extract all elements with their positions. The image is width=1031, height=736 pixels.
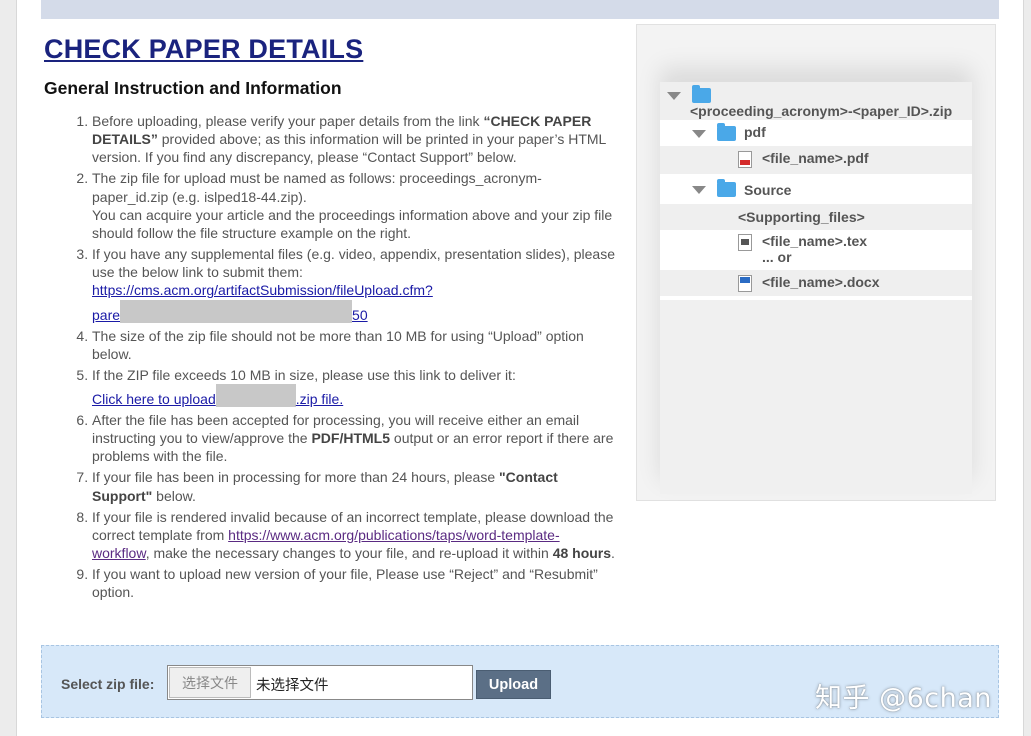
- upload-large-file-link[interactable]: Click here to upload .zip file.: [92, 384, 343, 408]
- list-item: After the file has been accepted for pro…: [92, 411, 617, 466]
- tree-label: Source: [744, 182, 792, 198]
- file-structure-panel: <proceeding_acronym>-<paper_ID>.zip pdf …: [636, 24, 996, 501]
- folder-icon: [717, 179, 736, 197]
- tree-label: <file_name>.tex: [762, 233, 868, 249]
- list-item: The size of the zip file should not be m…: [92, 327, 617, 363]
- instructions-list: Before uploading, please verify your pap…: [72, 112, 617, 604]
- no-file-chosen-text: 未选择文件: [256, 678, 329, 694]
- page-container: CHECK PAPER DETAILS General Instruction …: [16, 0, 1024, 736]
- tree-row-pdf-folder: pdf: [660, 120, 972, 146]
- select-zip-label: Select zip file:: [61, 676, 155, 692]
- caret-down-icon[interactable]: [667, 92, 681, 100]
- tex-file-icon: [738, 234, 752, 251]
- tree-row-source-folder: Source: [660, 174, 972, 204]
- folder-icon: [717, 123, 736, 141]
- pdf-file-icon: [738, 151, 752, 168]
- list-item: If you want to upload new version of you…: [92, 565, 617, 601]
- redacted-block: [120, 299, 353, 323]
- list-item: If you have any supplemental files (e.g.…: [92, 245, 617, 324]
- docx-file-icon: [738, 275, 752, 292]
- caret-down-icon[interactable]: [692, 130, 706, 138]
- list-item: If your file is rendered invalid because…: [92, 508, 617, 563]
- tree-row-docx-file: <file_name>.docx: [660, 270, 972, 296]
- tree-root-row: <proceeding_acronym>-<paper_ID>.zip: [660, 82, 972, 120]
- choose-file-button[interactable]: 选择文件: [169, 667, 251, 698]
- tree-divider: [660, 296, 972, 300]
- tree-row-pdf-file: <file_name>.pdf: [660, 146, 972, 174]
- page-title[interactable]: CHECK PAPER DETAILS: [44, 34, 363, 65]
- list-item: If your file has been in processing for …: [92, 468, 617, 504]
- tree-label: pdf: [744, 124, 766, 140]
- file-tree: <proceeding_acronym>-<paper_ID>.zip pdf …: [660, 82, 972, 494]
- folder-icon: [692, 85, 711, 103]
- top-bar: [41, 0, 999, 19]
- upload-button[interactable]: Upload: [476, 670, 551, 699]
- tree-label: ... or: [762, 249, 792, 265]
- tree-row-supporting: <Supporting_files>: [660, 204, 972, 230]
- watermark: 知乎 @6chan: [815, 683, 992, 714]
- tree-label: <file_name>.docx: [762, 274, 880, 290]
- list-item: Before uploading, please verify your pap…: [92, 112, 617, 167]
- section-heading: General Instruction and Information: [44, 78, 342, 98]
- list-item: The zip file for upload must be named as…: [92, 169, 617, 242]
- redacted-block: [215, 384, 296, 408]
- supplemental-link[interactable]: https://cms.acm.org/artifactSubmission/f…: [92, 282, 433, 323]
- caret-down-icon[interactable]: [692, 186, 706, 194]
- list-item: If the ZIP file exceeds 10 MB in size, p…: [92, 366, 617, 408]
- zip-file-input[interactable]: 选择文件 未选择文件: [167, 665, 473, 700]
- tree-label: <Supporting_files>: [738, 209, 865, 225]
- tree-root-label: <proceeding_acronym>-<paper_ID>.zip: [690, 103, 953, 119]
- tree-label: <file_name>.pdf: [762, 150, 869, 166]
- tree-row-tex-file: <file_name>.tex ... or: [660, 230, 972, 270]
